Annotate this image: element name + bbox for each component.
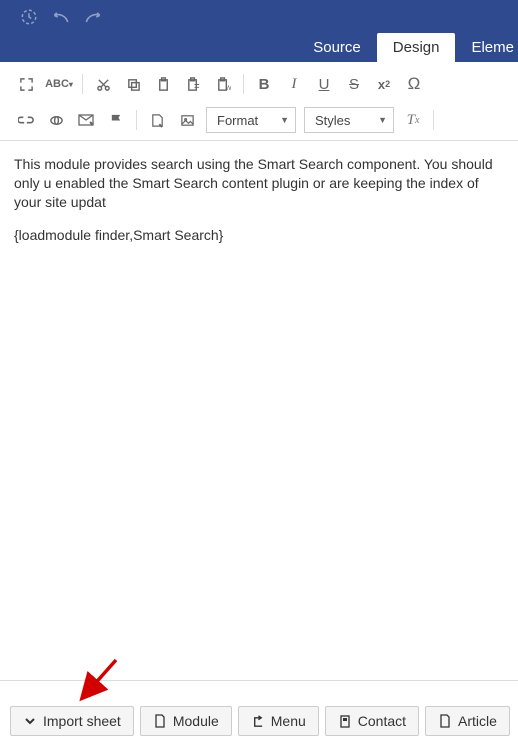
- paste-button[interactable]: [149, 70, 177, 98]
- undo-button[interactable]: [50, 6, 72, 28]
- format-dropdown-label: Format: [217, 113, 258, 128]
- article-button[interactable]: Article: [425, 706, 510, 736]
- italic-button[interactable]: I: [280, 70, 308, 98]
- fullscreen-button[interactable]: [12, 70, 40, 98]
- toolbar-row-1: ABC▾ W: [0, 66, 518, 102]
- bottom-toolbar: Import sheet Module Menu Contact Article: [0, 700, 518, 744]
- document-icon: [438, 714, 452, 728]
- spellcheck-button[interactable]: ABC▾: [42, 70, 76, 98]
- separator: [136, 110, 137, 130]
- separator: [243, 74, 244, 94]
- editor-content[interactable]: This module provides search using the Sm…: [0, 141, 518, 719]
- image-button[interactable]: [173, 106, 201, 134]
- contact-label: Contact: [358, 713, 406, 729]
- specialchar-button[interactable]: Ω: [400, 70, 428, 98]
- styles-dropdown[interactable]: Styles ▼: [304, 107, 394, 133]
- cut-button[interactable]: [89, 70, 117, 98]
- file-button[interactable]: [143, 106, 171, 134]
- anchor-button[interactable]: [42, 106, 70, 134]
- format-dropdown[interactable]: Format ▼: [206, 107, 296, 133]
- strike-button[interactable]: S: [340, 70, 368, 98]
- clear-format-button[interactable]: Tx: [399, 106, 427, 134]
- tab-element[interactable]: Eleme: [455, 33, 518, 62]
- caret-down-icon: ▼: [272, 115, 289, 125]
- paste-word-button[interactable]: W: [209, 70, 237, 98]
- underline-button[interactable]: U: [310, 70, 338, 98]
- share-icon: [251, 714, 265, 728]
- redo-button[interactable]: [82, 6, 104, 28]
- svg-text:W: W: [225, 85, 231, 92]
- editor-header: Source Design Eleme: [0, 0, 518, 62]
- contact-button[interactable]: Contact: [325, 706, 419, 736]
- bold-button[interactable]: B: [250, 70, 278, 98]
- content-shortcode: {loadmodule finder,Smart Search}: [14, 226, 504, 245]
- tab-source[interactable]: Source: [297, 33, 377, 62]
- link-button[interactable]: [12, 106, 40, 134]
- module-label: Module: [173, 713, 219, 729]
- styles-dropdown-label: Styles: [315, 113, 350, 128]
- flag-button[interactable]: [102, 106, 130, 134]
- menu-button[interactable]: Menu: [238, 706, 319, 736]
- document-icon: [153, 714, 167, 728]
- history-icon[interactable]: [18, 6, 40, 28]
- contact-icon: [338, 714, 352, 728]
- copy-button[interactable]: [119, 70, 147, 98]
- module-button[interactable]: Module: [140, 706, 232, 736]
- toolbar-row-2: Format ▼ Styles ▼ Tx: [0, 102, 518, 138]
- import-sheet-label: Import sheet: [43, 713, 121, 729]
- separator: [82, 74, 83, 94]
- history-controls: [10, 4, 508, 28]
- tab-design[interactable]: Design: [377, 33, 456, 62]
- bottom-separator: [0, 680, 518, 700]
- menu-label: Menu: [271, 713, 306, 729]
- caret-down-icon: ▼: [370, 115, 387, 125]
- mail-button[interactable]: [72, 106, 100, 134]
- separator: [433, 110, 434, 130]
- article-label: Article: [458, 713, 497, 729]
- editor-toolbars: ABC▾ W: [0, 62, 518, 141]
- view-tabs: Source Design Eleme: [297, 32, 518, 62]
- import-sheet-button[interactable]: Import sheet: [10, 706, 134, 736]
- paste-text-button[interactable]: [179, 70, 207, 98]
- superscript-button[interactable]: x2: [370, 70, 398, 98]
- bottom-area: Import sheet Module Menu Contact Article: [0, 680, 518, 744]
- chevron-down-icon: [23, 714, 37, 728]
- content-paragraph: This module provides search using the Sm…: [14, 155, 504, 212]
